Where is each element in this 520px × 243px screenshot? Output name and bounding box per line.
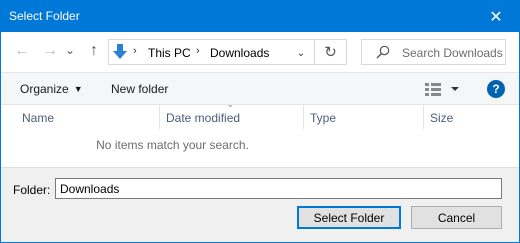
column-date-label: Date modified — [166, 111, 241, 125]
sort-indicator-icon: ⌄ — [227, 100, 234, 109]
organize-button[interactable]: Organize ▼ — [20, 82, 83, 96]
close-icon[interactable]: ✕ — [473, 1, 519, 32]
file-list: Name Date modified ⌄ Type Size No items … — [1, 100, 519, 167]
folder-label: Folder: — [13, 183, 51, 197]
address-dropdown-icon[interactable]: ⌄ — [293, 45, 309, 61]
back-icon[interactable]: ← — [12, 41, 32, 61]
organize-label: Organize — [20, 82, 69, 96]
breadcrumb-downloads[interactable]: Downloads — [210, 46, 269, 60]
address-bar[interactable]: › This PC › Downloads ⌄ — [108, 39, 315, 65]
view-options-icon[interactable] — [425, 81, 465, 97]
search-box[interactable]: Search Downloads — [361, 39, 506, 65]
dialog-footer: Folder: Select Folder Cancel — [1, 167, 519, 242]
caret-down-icon: ▼ — [73, 84, 83, 94]
cancel-button[interactable]: Cancel — [411, 206, 502, 229]
downloads-arrow-icon — [113, 44, 127, 59]
search-placeholder: Search Downloads — [402, 46, 503, 60]
forward-icon[interactable]: → — [40, 41, 60, 61]
column-header-name[interactable]: Name — [1, 105, 160, 129]
title-bar: Select Folder ✕ — [1, 1, 519, 32]
column-header-type[interactable]: Type — [304, 105, 424, 129]
column-header-size[interactable]: Size — [424, 105, 519, 129]
search-icon — [376, 45, 390, 59]
folder-input[interactable] — [55, 178, 502, 199]
breadcrumb-separator: › — [133, 45, 137, 57]
empty-list-message: No items match your search. — [96, 138, 249, 152]
up-icon[interactable]: ↑ — [84, 41, 104, 61]
column-name-label: Name — [22, 111, 55, 125]
breadcrumb-separator[interactable]: › — [196, 45, 200, 57]
select-folder-dialog: Select Folder ✕ ← → ⌄ ↑ › This PC › Down… — [0, 0, 520, 243]
column-size-label: Size — [430, 111, 454, 125]
column-type-label: Type — [310, 111, 337, 125]
window-title: Select Folder — [9, 9, 80, 23]
command-bar: Organize ▼ New folder ? — [1, 72, 519, 105]
refresh-icon[interactable]: ↻ — [315, 39, 347, 65]
new-folder-button[interactable]: New folder — [111, 82, 168, 96]
recent-locations-chevron-icon[interactable]: ⌄ — [63, 40, 77, 60]
navigation-bar: ← → ⌄ ↑ › This PC › Downloads ⌄ ↻ Search… — [1, 32, 519, 72]
breadcrumb-this-pc[interactable]: This PC — [148, 46, 191, 60]
help-icon[interactable]: ? — [487, 80, 505, 98]
select-folder-button[interactable]: Select Folder — [297, 206, 401, 229]
